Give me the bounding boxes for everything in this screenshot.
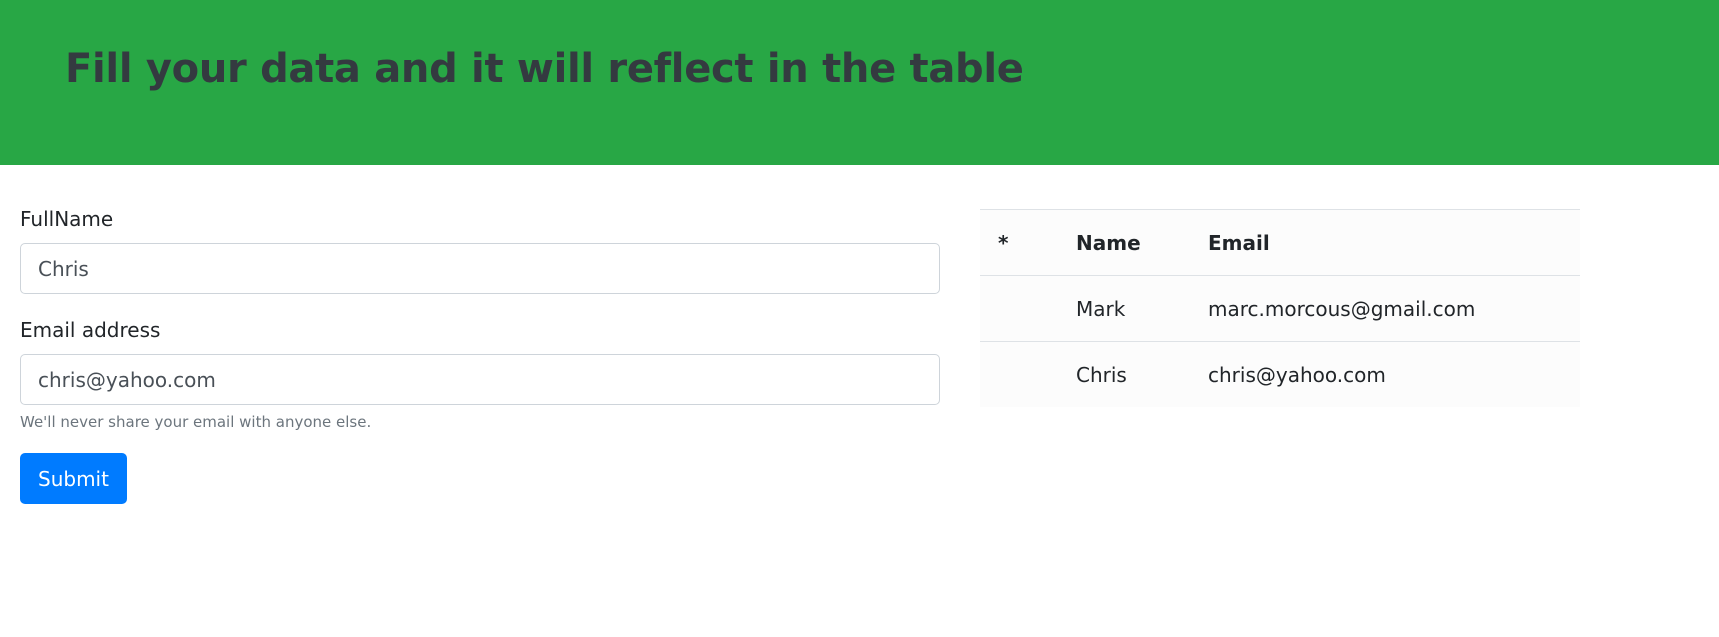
data-table-container: * Name Email Mark marc.morcous@gmail.com… (980, 209, 1580, 407)
table-cell-name: Mark (1058, 275, 1190, 342)
page-title: Fill your data and it will reflect in th… (65, 46, 1024, 92)
email-label: Email address (20, 318, 161, 342)
table-row: Mark marc.morcous@gmail.com (980, 275, 1580, 342)
column-header-index: * (980, 209, 1058, 276)
email-input[interactable] (20, 354, 940, 405)
email-help-text: We'll never share your email with anyone… (20, 413, 372, 431)
submit-button[interactable]: Submit (20, 453, 127, 504)
fullname-input[interactable] (20, 243, 940, 294)
table-cell-index (980, 341, 1058, 407)
user-form: FullName Email address We'll never share… (20, 205, 940, 504)
table-header-row: * Name Email (980, 209, 1580, 276)
email-group: Email address We'll never share your ema… (20, 316, 940, 431)
fullname-group: FullName (20, 205, 940, 294)
data-table: * Name Email Mark marc.morcous@gmail.com… (980, 209, 1580, 407)
table-cell-email: marc.morcous@gmail.com (1190, 275, 1580, 342)
table-cell-name: Chris (1058, 341, 1190, 407)
table-row: Chris chris@yahoo.com (980, 341, 1580, 407)
table-cell-index (980, 275, 1058, 342)
column-header-email: Email (1190, 209, 1580, 276)
table-cell-email: chris@yahoo.com (1190, 341, 1580, 407)
page-header: Fill your data and it will reflect in th… (0, 0, 1719, 165)
fullname-label: FullName (20, 207, 114, 231)
column-header-name: Name (1058, 209, 1190, 276)
